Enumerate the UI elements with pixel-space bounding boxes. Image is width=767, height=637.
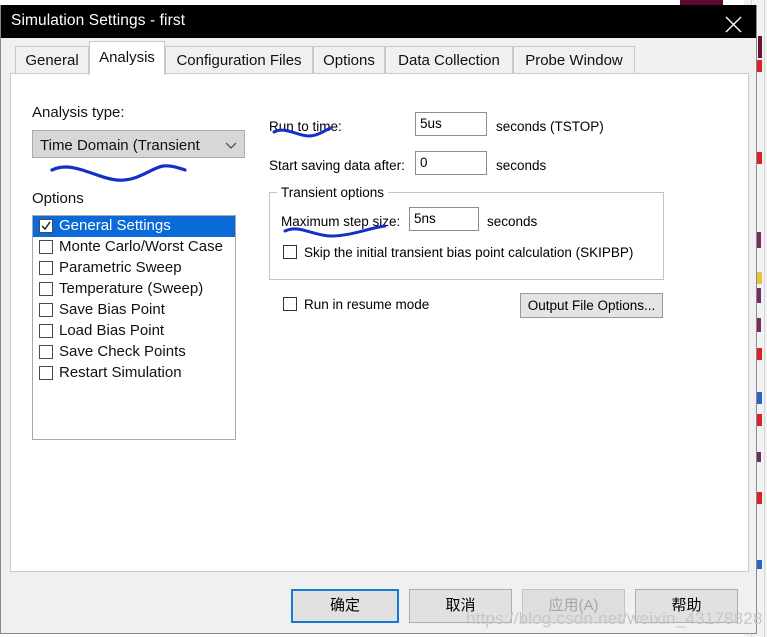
tab-probe-window[interactable]: Probe Window [513,46,635,74]
dialog-title: Simulation Settings - first [11,12,186,29]
tab-configuration-files[interactable]: Configuration Files [165,46,313,74]
tab-data-collection[interactable]: Data Collection [385,46,513,74]
list-item-save-bias-point[interactable]: Save Bias Point [33,300,235,321]
transient-options-title: Transient options [277,185,389,200]
ok-button[interactable]: 确定 [291,589,399,623]
list-item-load-bias-point[interactable]: Load Bias Point [33,321,235,342]
skipbp-label: Skip the initial transient bias point ca… [304,245,634,260]
maximum-step-size-units: seconds [487,214,538,229]
run-in-resume-mode-label: Run in resume mode [304,297,430,312]
run-to-time-input[interactable]: 5us [415,112,487,136]
list-item-label: General Settings [59,217,171,234]
list-item-monte-carlo[interactable]: Monte Carlo/Worst Case [33,237,235,258]
close-x-icon [725,16,742,33]
list-item-label: Load Bias Point [59,322,165,339]
run-to-time-label: Run to time: [269,119,342,134]
checkbox-parametric-sweep[interactable] [39,261,53,275]
analysis-type-label: Analysis type: [32,104,125,121]
close-button[interactable] [710,5,756,38]
chevron-down-icon [225,142,237,149]
screen-root: Simulation Settings - first General Anal… [0,0,767,637]
start-saving-data-input[interactable]: 0 [415,151,487,175]
list-item-label: Temperature (Sweep) [59,280,204,297]
checkbox-run-in-resume-mode[interactable] [283,297,297,311]
list-item-label: Save Bias Point [59,301,165,318]
maximum-step-size-input[interactable]: 5ns [409,207,479,231]
list-item-label: Restart Simulation [59,364,182,381]
tab-options[interactable]: Options [313,46,385,74]
run-to-time-units: seconds (TSTOP) [496,119,604,134]
list-item-parametric-sweep[interactable]: Parametric Sweep [33,258,235,279]
annotation-underline-analysis-type [50,164,187,182]
list-item-label: Save Check Points [59,343,186,360]
dialog-titlebar: Simulation Settings - first [1,5,756,38]
transient-options-group [269,192,664,280]
tab-analysis[interactable]: Analysis [89,41,165,75]
tab-strip: General Analysis Configuration Files Opt… [1,38,756,75]
start-saving-data-units: seconds [496,158,547,173]
list-item-label: Monte Carlo/Worst Case [59,238,223,255]
checkbox-load-bias-point[interactable] [39,324,53,338]
checkbox-skipbp[interactable] [283,245,297,259]
analysis-tab-page: Analysis type: Time Domain (Transient Op… [10,73,749,572]
background-accent-bar [758,36,762,58]
simulation-settings-dialog: Simulation Settings - first General Anal… [0,5,757,634]
tab-general[interactable]: General [15,46,89,74]
checkbox-save-bias-point[interactable] [39,303,53,317]
start-saving-data-label: Start saving data after: [269,158,405,173]
background-column-divider [764,0,765,637]
output-file-options-button[interactable]: Output File Options... [520,293,663,318]
list-item-temperature-sweep[interactable]: Temperature (Sweep) [33,279,235,300]
maximum-step-size-label: Maximum step size: [281,214,401,229]
options-listbox[interactable]: General Settings Monte Carlo/Worst Case … [32,215,236,440]
run-to-time-value: 5us [420,116,442,131]
list-item-label: Parametric Sweep [59,259,182,276]
maximum-step-size-value: 5ns [414,211,436,226]
analysis-type-value: Time Domain (Transient [40,137,200,154]
check-icon [41,221,51,231]
checkbox-restart-simulation[interactable] [39,366,53,380]
checkbox-save-check-points[interactable] [39,345,53,359]
watermark-text: https://blog.csdn.net/weixin_43178828 [466,609,763,628]
list-item-general-settings[interactable]: General Settings [33,216,235,237]
checkbox-general-settings[interactable] [39,219,53,233]
analysis-type-dropdown[interactable]: Time Domain (Transient [32,130,245,158]
options-label: Options [32,190,84,207]
start-saving-data-value: 0 [420,155,428,170]
list-item-save-check-points[interactable]: Save Check Points [33,342,235,363]
checkbox-temperature-sweep[interactable] [39,282,53,296]
list-item-restart-simulation[interactable]: Restart Simulation [33,363,235,384]
checkbox-monte-carlo[interactable] [39,240,53,254]
